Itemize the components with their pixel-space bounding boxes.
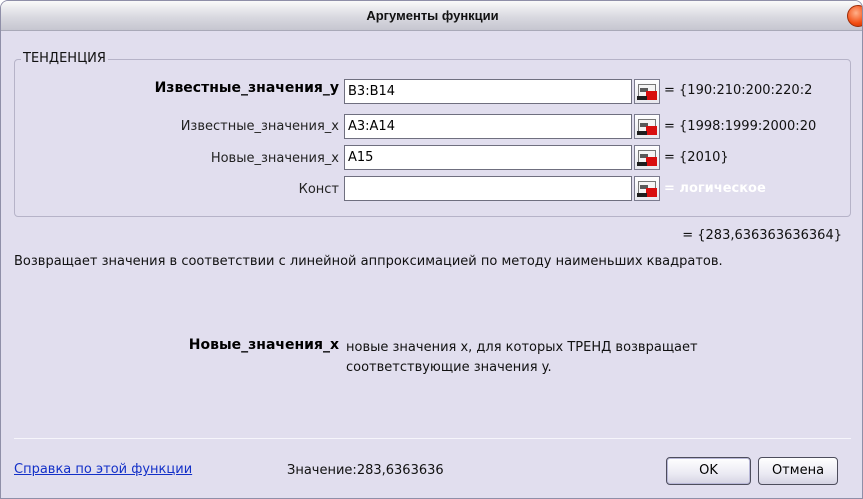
dialog-title: Аргументы функции bbox=[366, 8, 499, 23]
known-x-input[interactable] bbox=[344, 114, 632, 139]
cancel-button[interactable]: Отмена bbox=[758, 457, 838, 485]
arg-value-known-x: = {1998:1999:2000:20 bbox=[664, 119, 817, 134]
const-input[interactable] bbox=[344, 176, 632, 201]
range-select-button-known-y[interactable] bbox=[634, 79, 660, 104]
title-bar[interactable]: Аргументы функции bbox=[1, 1, 862, 31]
range-select-button-new-x[interactable] bbox=[634, 145, 660, 170]
footer-divider bbox=[14, 438, 851, 439]
arg-value-const: = логическое bbox=[664, 181, 766, 196]
range-select-button-const[interactable] bbox=[634, 176, 660, 201]
help-link[interactable]: Справка по этой функции bbox=[14, 462, 192, 477]
help-argument-text: новые значения x, для которых ТРЕНД возв… bbox=[346, 340, 698, 375]
value-readout: Значение:283,6363636 bbox=[287, 463, 444, 478]
help-argument-name: Новые_значения_x bbox=[188, 337, 339, 353]
arg-label-known-y: Известные_значения_y bbox=[154, 80, 339, 96]
function-arguments-dialog: Аргументы функции ТЕНДЕНЦИЯ Известные_зн… bbox=[0, 0, 863, 499]
function-description: Возвращает значения в соответствии с лин… bbox=[14, 254, 723, 269]
known-y-input[interactable] bbox=[344, 79, 632, 104]
function-name: ТЕНДЕНЦИЯ bbox=[21, 51, 108, 66]
close-icon[interactable] bbox=[847, 5, 862, 27]
formula-result: = {283,636363636364} bbox=[682, 228, 842, 243]
ok-button[interactable]: OK bbox=[666, 457, 751, 485]
arg-label-const: Конст bbox=[298, 182, 339, 197]
range-select-button-known-x[interactable] bbox=[634, 114, 660, 139]
arg-label-new-x: Новые_значения_x bbox=[210, 151, 339, 166]
arg-value-known-y: = {190:210:200:220:2 bbox=[664, 83, 813, 98]
new-x-input[interactable] bbox=[344, 145, 632, 170]
arg-value-new-x: = {2010} bbox=[664, 150, 729, 165]
value-label: Значение: bbox=[287, 463, 357, 478]
value-number: 283,6363636 bbox=[356, 463, 444, 478]
arg-label-known-x: Известные_значения_x bbox=[180, 119, 339, 134]
